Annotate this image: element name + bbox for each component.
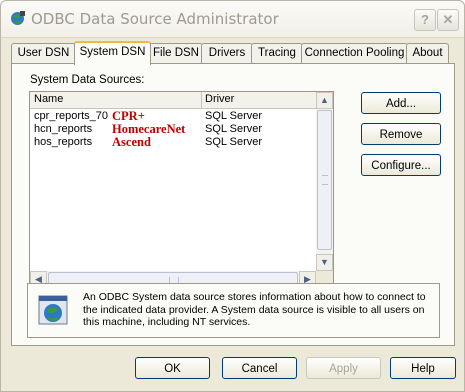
column-header-name[interactable]: Name [34,93,63,105]
system-data-sources-label: System Data Sources: [30,74,145,86]
dsn-driver: SQL Server [205,110,263,122]
tab-user-dsn[interactable]: User DSN [11,43,76,63]
dsn-driver: SQL Server [205,123,263,135]
title-bar[interactable]: ODBC Data Source Administrator ? ✕ [1,1,464,38]
system-dsn-panel: System Data Sources: Name Driver cpr_rep… [11,63,455,346]
odbc-dialog-window: ODBC Data Source Administrator ? ✕ User … [0,0,465,392]
configure-button[interactable]: Configure... [361,154,441,176]
tab-about[interactable]: About [406,43,449,63]
add-button[interactable]: Add... [361,92,441,114]
list-item[interactable]: hcn_reports HomecareNet SQL Server [30,122,316,136]
info-box: An ODBC System data source stores inform… [27,283,440,338]
data-source-globe-icon [38,295,68,325]
help-title-button[interactable]: ? [414,9,436,31]
tab-tracing[interactable]: Tracing [251,43,303,63]
tab-file-dsn[interactable]: File DSN [149,43,203,63]
help-button[interactable]: Help [390,357,456,379]
list-item[interactable]: hos_reports Ascend SQL Server [30,135,316,149]
odbc-app-icon [11,11,25,25]
info-description: An ODBC System data source stores inform… [83,291,426,328]
dsn-annotation: Ascend [112,135,151,149]
vertical-scrollbar[interactable]: ▲ ▼ [316,92,333,271]
vertical-scroll-thumb[interactable] [317,110,332,250]
apply-button[interactable]: Apply [306,357,381,379]
remove-button[interactable]: Remove [361,123,441,145]
scroll-down-icon[interactable]: ▼ [316,254,333,271]
dsn-name: hos_reports [34,136,93,148]
dsn-name: hcn_reports [34,123,93,135]
tab-drivers[interactable]: Drivers [201,43,253,63]
column-divider[interactable] [201,92,202,108]
window-title: ODBC Data Source Administrator [31,10,279,28]
ok-button[interactable]: OK [135,357,210,379]
dsn-driver: SQL Server [205,136,263,148]
tab-system-dsn[interactable]: System DSN [74,41,151,65]
dsn-name: cpr_reports_70 [34,110,108,122]
column-header-driver[interactable]: Driver [205,93,234,105]
list-header: Name Driver [30,92,316,109]
scroll-up-icon[interactable]: ▲ [316,92,333,109]
scroll-grip-icon [322,175,328,185]
data-sources-list[interactable]: Name Driver cpr_reports_70 CPR+ SQL Serv… [29,91,334,289]
close-title-button[interactable]: ✕ [437,9,459,31]
tab-connection-pooling[interactable]: Connection Pooling [301,43,408,63]
cancel-button[interactable]: Cancel [222,357,297,379]
